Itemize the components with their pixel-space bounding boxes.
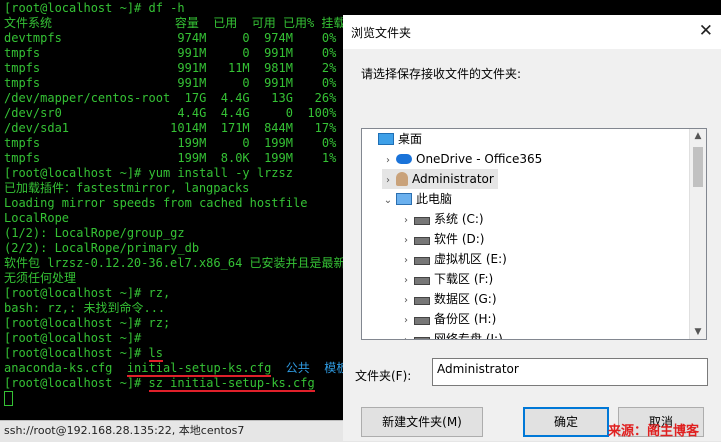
tree-scrollbar[interactable]: ▲ ▼ [689, 129, 706, 339]
tree-item[interactable]: › 虚拟机区 (E:) [400, 249, 507, 269]
chevron-right-icon[interactable]: › [400, 271, 412, 291]
tree-item-label: Administrator [412, 172, 494, 186]
tree-item-label: 虚拟机区 (E:) [434, 252, 507, 266]
chevron-right-icon[interactable]: › [400, 291, 412, 311]
terminal-line: [root@localhost ~]# rz; [4, 316, 171, 330]
tree-item[interactable]: 桌面 [364, 129, 422, 149]
terminal-line-sz: [root@localhost ~]# sz initial-setup-ks.… [4, 376, 315, 392]
drive-icon [414, 276, 430, 285]
drive-icon [414, 236, 430, 245]
tree-item-label: 桌面 [398, 132, 423, 146]
terminal-line: bash: rz,: 未找到命令... [4, 301, 166, 315]
chevron-right-icon[interactable]: › [400, 251, 412, 271]
dir-item: 公共 [271, 361, 325, 375]
tree-item[interactable]: › 系统 (C:) [400, 209, 484, 229]
scroll-thumb[interactable] [693, 147, 703, 187]
new-folder-button[interactable]: 新建文件夹(M) [361, 407, 483, 437]
terminal-line: [root@localhost ~]# [4, 331, 142, 345]
chevron-down-icon[interactable]: ⌄ [382, 191, 394, 211]
tree-item[interactable]: › 下载区 (F:) [400, 269, 493, 289]
tree-item[interactable]: › OneDrive - Office365 [382, 149, 542, 169]
terminal-line: 软件包 lrzsz-0.12.20-36.el7.x86_64 已安装并且是最新… [4, 256, 370, 270]
dialog-prompt: 请选择保存接收文件的文件夹: [361, 67, 522, 81]
status-bar-text: ssh://root@192.168.28.135:22, 本地centos7 [4, 424, 245, 437]
tree-item[interactable]: › 备份区 (H:) [400, 309, 496, 329]
ok-button[interactable]: 确定 [523, 407, 609, 437]
watermark: 来源：阁主博客 [608, 424, 700, 439]
chevron-right-icon[interactable]: › [400, 331, 412, 339]
scroll-down-icon[interactable]: ▼ [690, 327, 706, 337]
terminal-line-ls-output: anaconda-ks.cfg initial-setup-ks.cfg 公共 … [4, 361, 348, 377]
file-item: initial-setup-ks.cfg [126, 361, 272, 377]
chevron-right-icon[interactable]: › [400, 311, 412, 331]
tree-item-label: 软件 (D:) [434, 232, 485, 246]
tree-item[interactable]: › 网络专盘 (I:) [400, 329, 503, 340]
terminal-line: /dev/sr0 4.4G 4.4G 0 100% /mnt [4, 106, 373, 120]
sz-command: sz initial-setup-ks.cfg [148, 376, 315, 392]
dialog-title: 浏览文件夹 [351, 26, 412, 40]
scroll-up-icon[interactable]: ▲ [690, 131, 706, 141]
drive-icon [414, 316, 430, 325]
user-folder-icon [396, 171, 408, 186]
folder-label: 文件夹(F): [355, 369, 412, 383]
terminal-line: [root@localhost ~]# df -h [4, 1, 185, 15]
drive-icon [414, 216, 430, 225]
browse-folder-dialog: 浏览文件夹 ✕ 请选择保存接收文件的文件夹: ▲ ▼ 桌面 › OneDrive -… [343, 15, 721, 441]
tree-item[interactable]: › Administrator [382, 169, 498, 189]
terminal-line: [root@localhost ~]# yum install -y lrzsz [4, 166, 293, 180]
tree-item-label: OneDrive - Office365 [416, 152, 543, 166]
cursor[interactable] [4, 391, 13, 406]
computer-icon [396, 192, 412, 205]
terminal-line: 无须任何处理 [4, 271, 77, 285]
terminal-line: LocalRope [4, 211, 70, 225]
tree-item-label: 数据区 (G:) [434, 292, 497, 306]
chevron-right-icon[interactable]: › [382, 151, 394, 171]
terminal-line: /dev/sda1 1014M 171M 844M 17% /boot [4, 121, 380, 135]
terminal-line: 文件系统 容量 已用 可用 已用% 挂载点 [4, 16, 358, 30]
file-item: anaconda-ks.cfg [4, 361, 127, 375]
tree-item-label: 网络专盘 (I:) [434, 332, 503, 340]
cloud-icon [396, 153, 412, 164]
tree-item-label: 系统 (C:) [434, 212, 484, 226]
terminal-line: (1/2): LocalRope/group_gz [4, 226, 185, 240]
tree-item-label: 下载区 (F:) [434, 272, 494, 286]
tree-item[interactable]: ⌄ 此电脑 [382, 189, 452, 209]
tree-item[interactable]: › 软件 (D:) [400, 229, 484, 249]
chevron-right-icon[interactable]: › [400, 211, 412, 231]
chevron-right-icon[interactable]: › [400, 231, 412, 251]
terminal-cursor-line [4, 391, 13, 406]
desktop-icon [378, 132, 394, 145]
close-icon[interactable]: ✕ [699, 21, 713, 41]
prompt: [root@localhost ~]# [4, 376, 149, 390]
terminal-line: tmpfs 991M 11M 981M 2% /run [4, 61, 373, 75]
folder-input[interactable]: Administrator [432, 358, 708, 386]
chevron-right-icon[interactable]: › [382, 171, 394, 191]
drive-icon [414, 296, 430, 305]
terminal-line: 已加载插件：fastestmirror, langpacks [4, 181, 250, 195]
terminal-line: /dev/mapper/centos-root 17G 4.4G 13G 26%… [4, 91, 351, 105]
terminal-line-ls: [root@localhost ~]# ls [4, 346, 163, 362]
terminal-line: devtmpfs 974M 0 974M 0% /dev [4, 31, 373, 45]
tree-item-label: 此电脑 [416, 192, 453, 206]
terminal-line: Loading mirror speeds from cached hostfi… [4, 196, 308, 210]
terminal-line: (2/2): LocalRope/primary_db [4, 241, 200, 255]
tree-item[interactable]: › 数据区 (G:) [400, 289, 497, 309]
dialog-titlebar: 浏览文件夹 ✕ [343, 15, 721, 49]
drive-icon [414, 256, 430, 265]
folder-tree[interactable]: ▲ ▼ 桌面 › OneDrive - Office365 › Administrato… [361, 128, 707, 340]
terminal-line: tmpfs 991M 0 991M 0% /dev/shm [4, 46, 402, 60]
tree-item-label: 备份区 (H:) [434, 312, 497, 326]
terminal-line: [root@localhost ~]# rz, [4, 286, 171, 300]
drive-icon [414, 336, 430, 339]
prompt: [root@localhost ~]# [4, 346, 149, 360]
ls-command: ls [148, 346, 163, 362]
